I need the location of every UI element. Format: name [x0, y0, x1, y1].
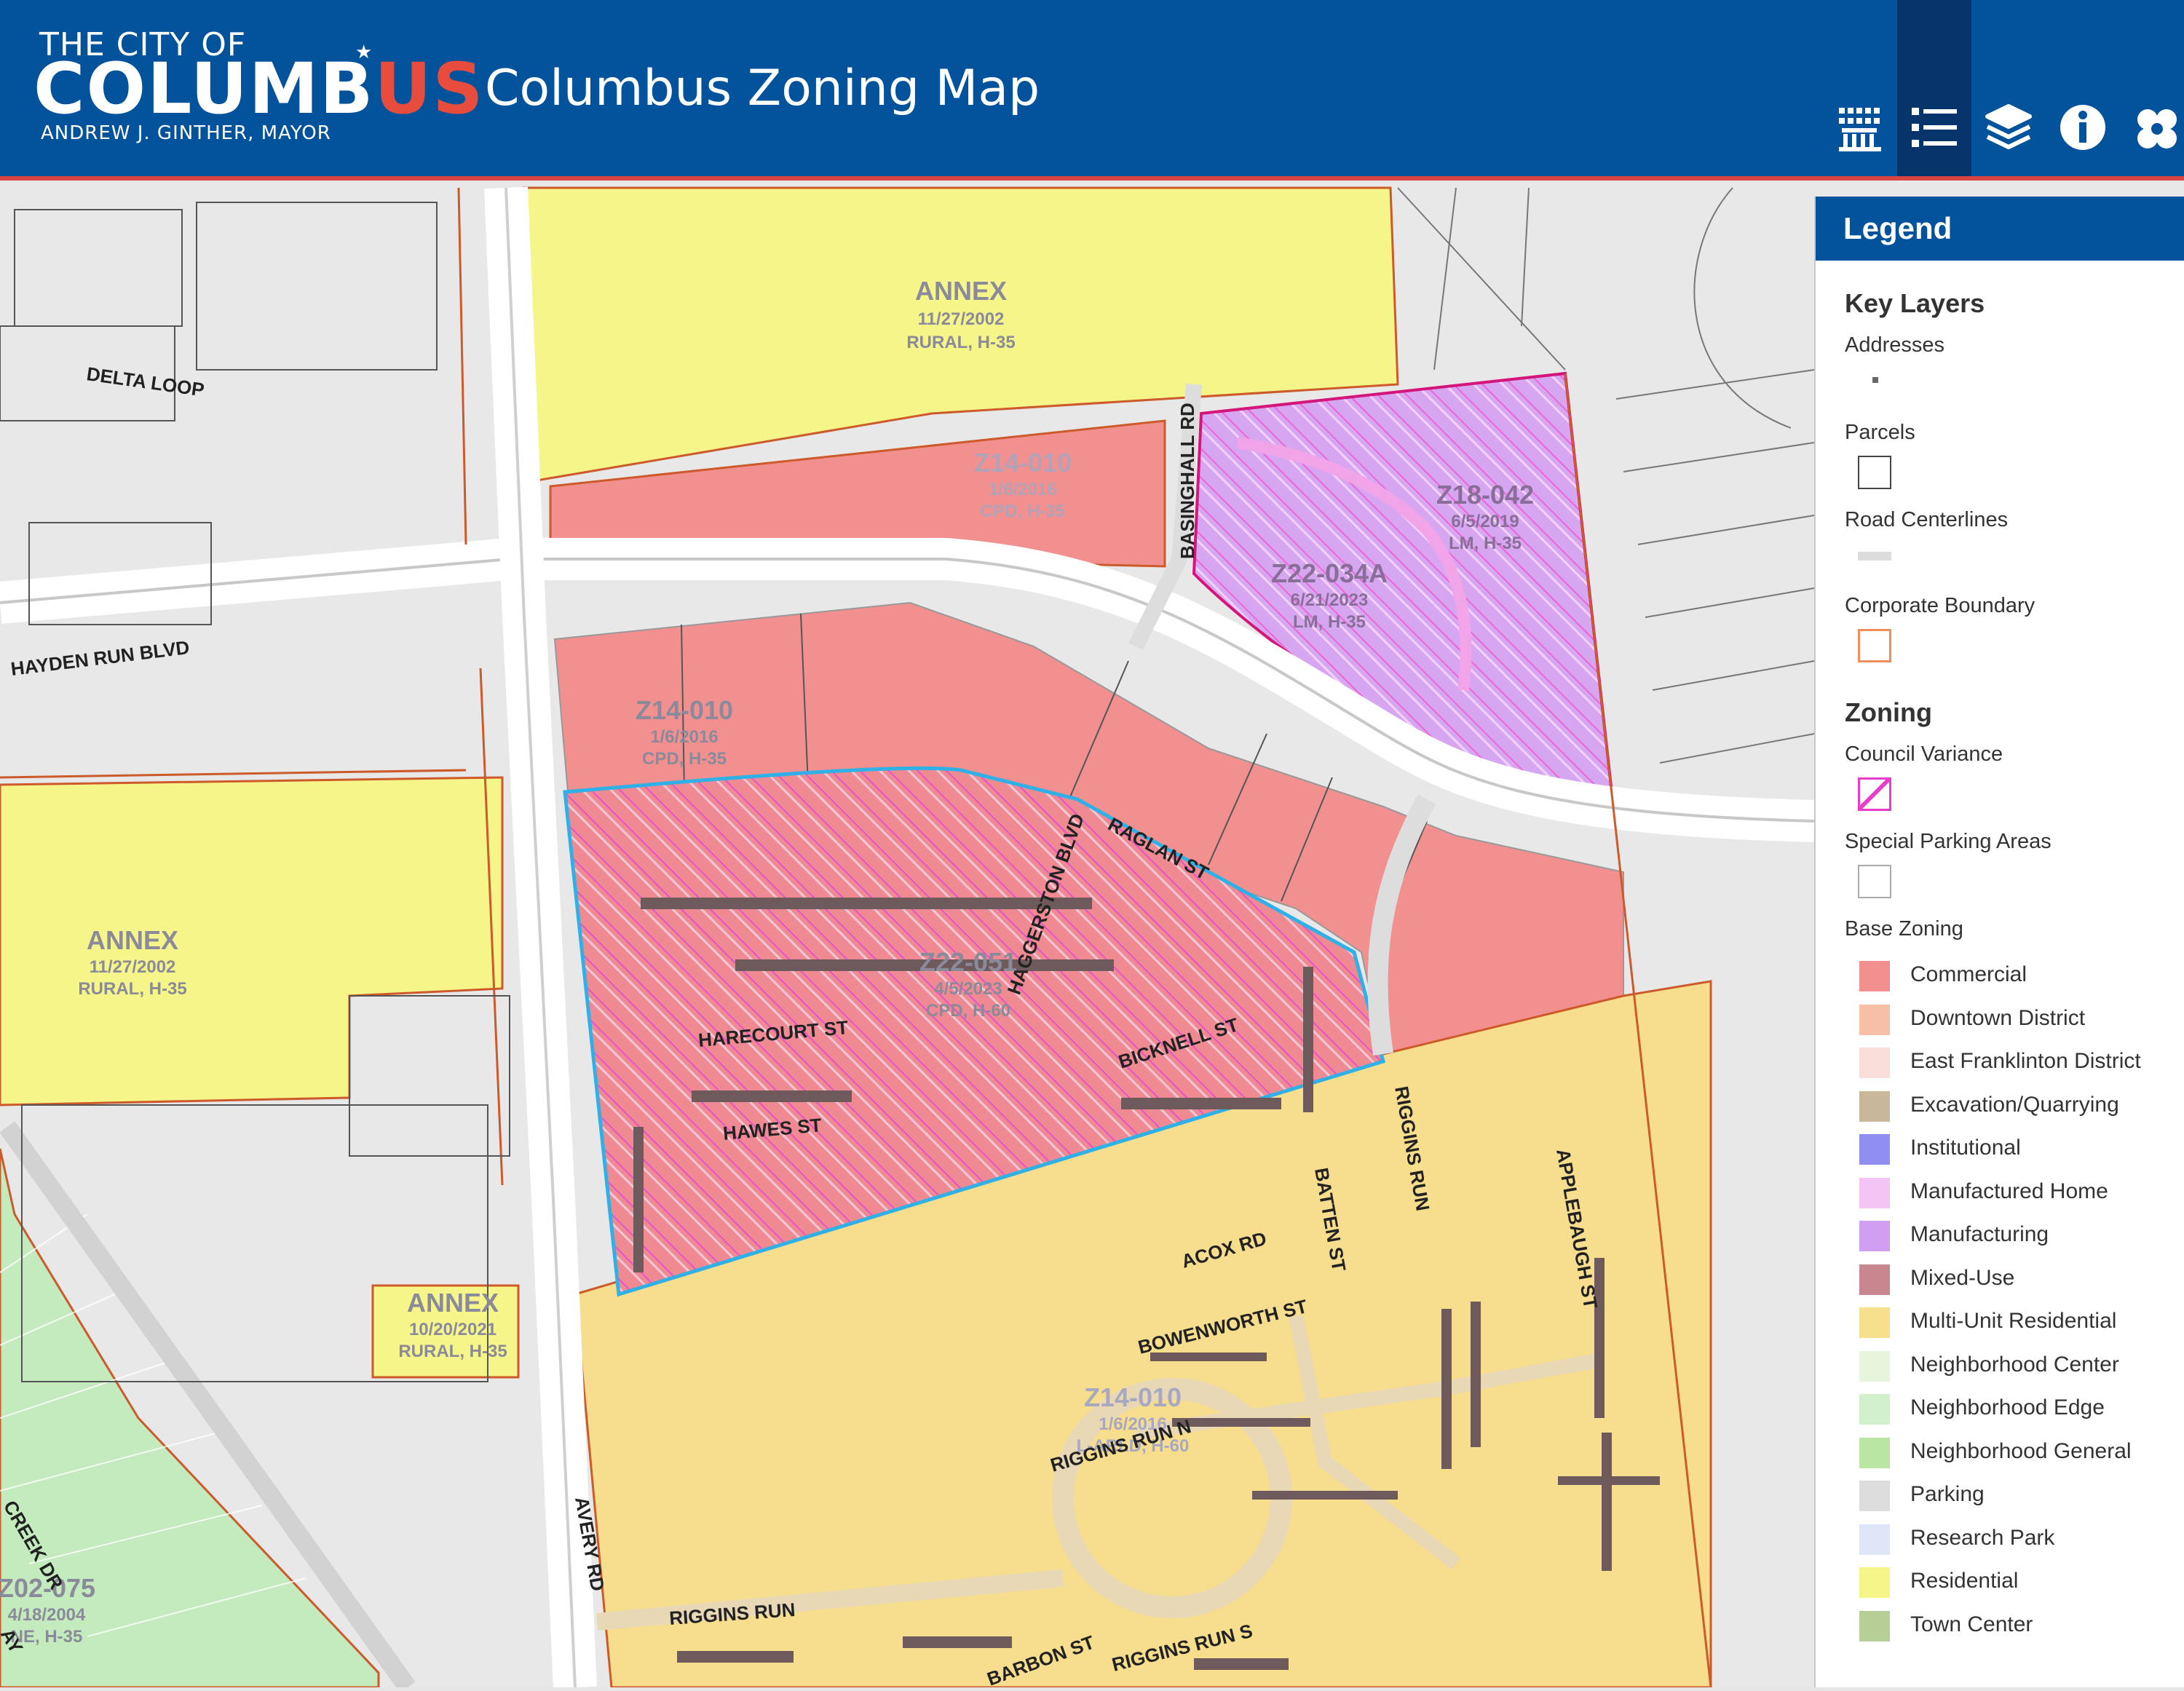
- app-header: THE CITY OF COLUMBUS ★ ANDREW J. GINTHER…: [0, 0, 2184, 181]
- road-centerline-swatch: [1858, 552, 1891, 561]
- zone-label-zoning: RURAL, H-35: [78, 979, 186, 999]
- zone-legend-label: Manufactured Home: [1910, 1179, 2108, 1203]
- zoning-heading: Zoning: [1845, 697, 1932, 727]
- logo-subtitle: ANDREW J. GINTHER, MAYOR: [41, 122, 331, 144]
- zone-label-name: ANNEX: [915, 276, 1007, 306]
- zone-swatch: [1858, 1306, 1891, 1339]
- legend-item-base-zoning: Base Zoning: [1845, 917, 1963, 940]
- zone-legend-label: Excavation/Quarrying: [1910, 1092, 2119, 1117]
- zone-label-name: Z14-010: [974, 448, 1072, 478]
- zone-swatch: [1858, 1133, 1891, 1166]
- app-title: Columbus Zoning Map: [485, 60, 1040, 117]
- zone-label-name: Z14-010: [636, 695, 733, 725]
- zone-label-zoning: CPD, H-35: [981, 502, 1065, 521]
- zone-label-date: 4/18/2004: [8, 1605, 86, 1625]
- zone-swatch: [1858, 1435, 1891, 1470]
- zone-legend-label: Neighborhood Center: [1910, 1352, 2119, 1377]
- zone-swatch: [1858, 1349, 1891, 1383]
- zone-swatch: [1858, 1609, 1891, 1643]
- zone-label-zoning: LM, H-35: [1293, 612, 1366, 632]
- zone-label-zoning: RURAL, H-35: [906, 333, 1015, 352]
- logo-star-icon: ★: [355, 41, 373, 63]
- legend-item-addresses: Addresses: [1845, 333, 1945, 357]
- zone-label-zoning: RURAL, H-35: [398, 1342, 507, 1361]
- zone-swatch: [1858, 1522, 1891, 1556]
- address-point-icon: [1872, 377, 1878, 383]
- zone-label-date: 10/20/2021: [409, 1320, 496, 1339]
- zone-legend-label: East Franklinton District: [1910, 1049, 2141, 1073]
- layers-icon[interactable]: [1983, 102, 2034, 153]
- zone-label-name: Z14-010: [1084, 1382, 1182, 1412]
- zone-legend-label: Multi-Unit Residential: [1910, 1309, 2117, 1333]
- basemap-gallery-icon[interactable]: [1835, 102, 1886, 153]
- zone-swatch: [1858, 1002, 1891, 1037]
- zone-legend-label: Residential: [1910, 1569, 2019, 1593]
- legend-list-icon[interactable]: [1909, 102, 1960, 153]
- zone-swatch: [1858, 1393, 1891, 1426]
- zone-label-date: 11/27/2002: [918, 309, 1005, 329]
- zone-swatch: [1858, 1566, 1891, 1599]
- print-icon[interactable]: [2132, 102, 2183, 153]
- legend-item-corporate-boundary: Corporate Boundary: [1845, 594, 2035, 617]
- logo-accent-text: US: [374, 48, 485, 130]
- zone-label-name: Z22-051: [919, 947, 1017, 977]
- zone-legend-label: Town Center: [1910, 1612, 2033, 1636]
- zone-legend-label: Manufacturing: [1910, 1222, 2049, 1246]
- zone-label-date: 11/27/2002: [90, 957, 176, 977]
- legend-item-council-variance: Council Variance: [1845, 742, 2003, 766]
- zone-legend-label: Mixed-Use: [1910, 1265, 2015, 1290]
- council-variance-swatch: [1858, 777, 1891, 811]
- zone-label-date: 4/5/2023: [934, 979, 1002, 999]
- zone-label-date: 1/6/2016: [650, 727, 718, 747]
- zone-label-zoning: CPD, H-35: [642, 749, 727, 769]
- zone-legend-label: Downtown District: [1910, 1005, 2086, 1030]
- zone-label-zoning: CPD, H-60: [926, 1001, 1010, 1021]
- info-icon[interactable]: [2057, 102, 2108, 153]
- street-label: BASINGHALL RD: [1176, 403, 1198, 559]
- zone-swatch: [1858, 1479, 1891, 1513]
- zone-swatch: [1858, 959, 1891, 993]
- zone-swatch: [1858, 1089, 1891, 1123]
- zone-label-date: 6/21/2023: [1291, 590, 1369, 610]
- legend-item-road-centerlines: Road Centerlines: [1845, 508, 2009, 531]
- zone-label-name: Z18-042: [1436, 480, 1534, 510]
- legend-item-special-parking: Special Parking Areas: [1845, 830, 2052, 853]
- zone-legend-label: Parking: [1910, 1482, 1985, 1506]
- zone-legend-label: Neighborhood General: [1910, 1438, 2132, 1463]
- zone-swatch: [1858, 1219, 1891, 1253]
- zone-legend-label: Institutional: [1910, 1136, 2021, 1160]
- zone-swatch: [1858, 1176, 1891, 1210]
- city-logo[interactable]: COLUMBUS: [33, 48, 485, 130]
- zone-label-name: ANNEX: [407, 1288, 499, 1318]
- zone-legend-label: Neighborhood Edge: [1910, 1395, 2105, 1419]
- zone-legend-label: Research Park: [1910, 1525, 2055, 1550]
- zone-swatch: [1858, 1262, 1891, 1296]
- zone-label-date: 1/6/2016: [989, 480, 1056, 499]
- special-parking-swatch: [1858, 865, 1891, 898]
- zone-label-date: 6/5/2019: [1451, 512, 1519, 531]
- zone-label-zoning: LM, H-35: [1449, 534, 1522, 553]
- corporate-boundary-swatch: [1858, 629, 1891, 662]
- key-layers-heading: Key Layers: [1845, 288, 1985, 318]
- zone-swatch: [1858, 1046, 1891, 1080]
- zone-label-name: ANNEX: [87, 925, 178, 955]
- zone-legend-label: Commercial: [1910, 962, 2027, 986]
- parcel-swatch: [1858, 456, 1891, 489]
- logo-main-text: COLUMB: [33, 48, 375, 130]
- legend-panel: Legend Key Layers Addresses Parcels Road…: [1814, 197, 2184, 1687]
- legend-item-parcels: Parcels: [1845, 421, 1915, 444]
- legend-title: Legend: [1816, 197, 2184, 261]
- zone-label-name: Z22-034A: [1271, 558, 1388, 588]
